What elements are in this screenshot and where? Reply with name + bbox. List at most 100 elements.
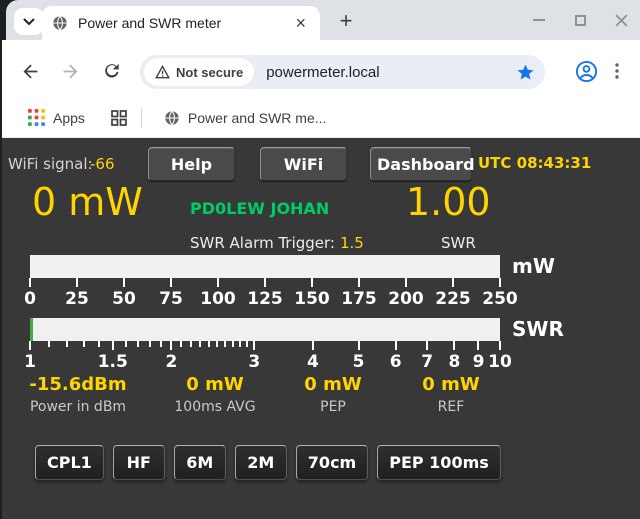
meter-tick-label: 75 (159, 289, 183, 309)
cpl1-button[interactable]: CPL1 (35, 445, 104, 480)
url-text[interactable]: powermeter.local (266, 64, 516, 81)
star-icon (516, 63, 535, 82)
meter-major-tick (395, 341, 397, 350)
chevron-down-icon (23, 18, 35, 26)
meter-major-tick (217, 278, 219, 287)
meter-tick-label: 8 (449, 352, 461, 372)
70cm-button[interactable]: 70cm (296, 445, 368, 480)
three-dots-icon (608, 62, 626, 80)
meter-minor-tick (232, 341, 234, 347)
profile-button[interactable] (569, 54, 603, 88)
tab-close-icon[interactable]: × (295, 14, 306, 32)
window-left-edge (0, 40, 2, 519)
reading-list-grid-icon[interactable] (111, 110, 127, 126)
band-buttons-row: CPL1 HF 6M 2M 70cm PEP 100ms (35, 445, 501, 480)
maximize-button[interactable] (573, 13, 587, 27)
bookmark-star-button[interactable] (516, 63, 535, 82)
back-button[interactable] (13, 54, 47, 88)
security-chip-label: Not secure (176, 65, 243, 80)
meter-minor-tick (98, 341, 100, 347)
reading-dbm: -15.6dBm Power in dBm (8, 374, 148, 415)
meter-minor-tick (160, 341, 162, 347)
bookmark-globe-icon (164, 110, 180, 126)
new-tab-button[interactable]: + (332, 7, 360, 35)
meter-major-tick (426, 341, 428, 350)
power-meter-ticks (30, 278, 500, 287)
power-meter-gauge: mW 0255075100125150175200225250 (30, 255, 500, 309)
browser-tab[interactable]: Power and SWR meter × (42, 6, 320, 40)
meter-tick-label: 9 (473, 352, 485, 372)
bookmarks-bar: Apps Power and SWR me... (0, 98, 640, 138)
minimize-icon (533, 19, 545, 21)
close-window-button[interactable] (614, 13, 628, 27)
meter-tick-label: 125 (247, 289, 283, 309)
meter-tick-label: 0 (24, 289, 36, 309)
meter-tick-label: 3 (248, 352, 260, 372)
meter-major-tick (499, 341, 501, 350)
browser-menu-button[interactable] (600, 54, 634, 88)
power-meter-unit-label: mW (512, 255, 555, 278)
utc-time: UTC 08:43:31 (478, 154, 591, 172)
powermeter-page: WiFi signal: -66 Help WiFi Dashboard UTC… (0, 138, 640, 519)
meter-minor-tick (246, 341, 248, 347)
meter-tick-label: 50 (112, 289, 136, 309)
6m-button[interactable]: 6M (174, 445, 226, 480)
warning-triangle-icon (155, 65, 170, 79)
apps-grid-icon[interactable] (28, 109, 45, 126)
meter-minor-tick (149, 341, 151, 347)
pep-100ms-button[interactable]: PEP 100ms (377, 445, 501, 480)
meter-major-tick (29, 341, 31, 350)
reload-button[interactable] (95, 54, 129, 88)
meter-major-tick (170, 278, 172, 287)
power-meter-track (30, 255, 500, 278)
reading-ref: 0 mW REF (381, 374, 521, 415)
maximize-icon (575, 15, 586, 26)
meter-major-tick (264, 278, 266, 287)
meter-minor-tick (208, 341, 210, 347)
meter-major-tick (358, 278, 360, 287)
security-chip[interactable]: Not secure (144, 58, 254, 86)
meter-minor-tick (180, 341, 182, 347)
swr-meter-gauge: SWR 11.52345678910 (30, 318, 500, 372)
reading-value: 0 mW (381, 374, 521, 395)
minimize-button[interactable] (532, 13, 546, 27)
power-meter-scale-labels: 0255075100125150175200225250 (30, 289, 500, 309)
swr-meter-scale-labels: 11.52345678910 (30, 352, 500, 372)
meter-major-tick (253, 341, 255, 350)
meter-tick-label: 225 (435, 289, 471, 309)
swr-meter-ticks (30, 341, 500, 350)
bookmark-item[interactable]: Power and SWR me... (188, 110, 327, 126)
forward-button[interactable] (53, 54, 87, 88)
meter-tick-label: 1 (24, 352, 36, 372)
meter-major-tick (76, 278, 78, 287)
meter-major-tick (405, 278, 407, 287)
wifi-signal-value: -66 (90, 155, 115, 173)
tab-search-button[interactable] (14, 8, 44, 35)
meter-minor-tick (137, 341, 139, 347)
meter-tick-label: 2 (166, 352, 178, 372)
hf-button[interactable]: HF (113, 445, 165, 480)
meter-major-tick (358, 341, 360, 350)
apps-label[interactable]: Apps (53, 110, 85, 126)
reload-icon (102, 61, 122, 81)
swr-meter-fill (30, 318, 33, 341)
wifi-button[interactable]: WiFi (260, 147, 347, 181)
swr-caption: SWR (441, 234, 476, 252)
meter-tick-label: 175 (341, 289, 377, 309)
swr-alarm: SWR Alarm Trigger:1.5 (190, 234, 364, 252)
meter-major-tick (499, 278, 501, 287)
globe-favicon-icon (52, 15, 68, 31)
meter-minor-tick (66, 341, 68, 347)
address-bar[interactable]: Not secure powermeter.local (140, 55, 545, 89)
reading-value: -15.6dBm (8, 374, 148, 395)
swr-alarm-value: 1.5 (340, 234, 364, 252)
meter-minor-tick (125, 341, 127, 347)
help-button[interactable]: Help (148, 147, 235, 181)
dashboard-button[interactable]: Dashboard (370, 147, 472, 181)
meter-major-tick (453, 341, 455, 350)
meter-tick-label: 25 (65, 289, 89, 309)
2m-button[interactable]: 2M (235, 445, 287, 480)
meter-major-tick (170, 341, 172, 350)
meter-tick-label: 4 (307, 352, 319, 372)
meter-major-tick (312, 341, 314, 350)
